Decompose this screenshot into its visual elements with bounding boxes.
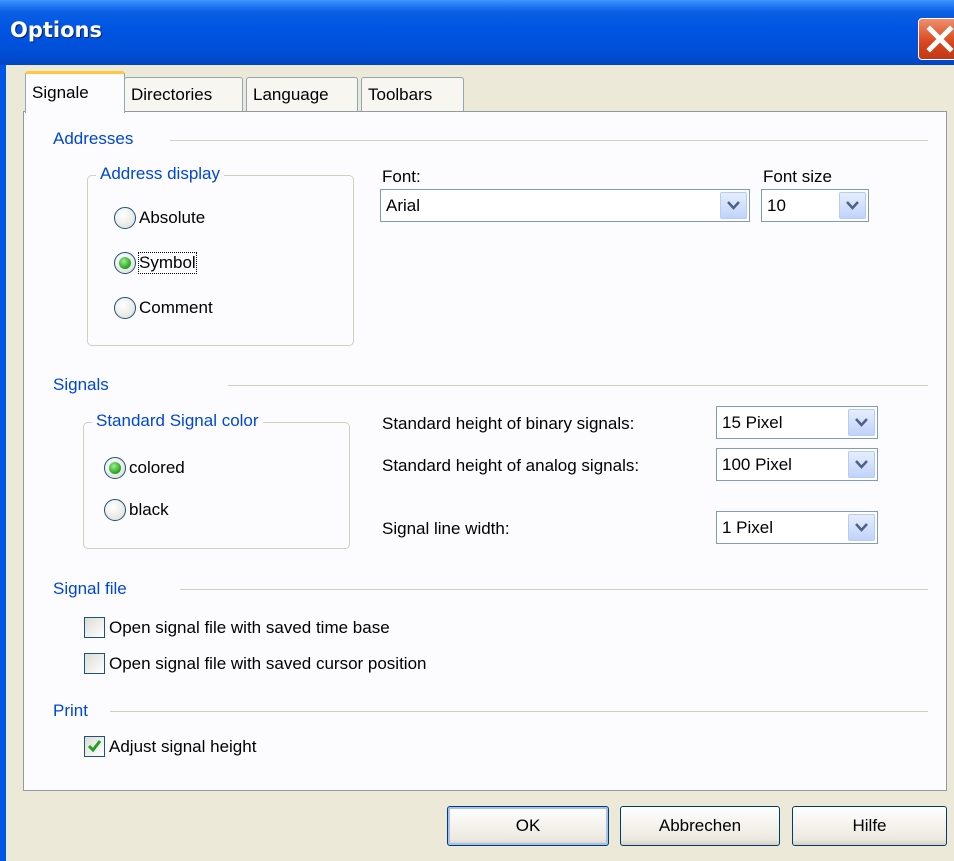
radio-symbol-indicator[interactable] — [114, 252, 136, 274]
chevron-down-icon[interactable] — [839, 192, 866, 219]
signals-separator — [228, 385, 928, 386]
radio-symbol[interactable]: Symbol — [114, 252, 197, 274]
font-label: Font: — [382, 167, 421, 186]
line-width-combobox[interactable]: 1 Pixel — [716, 511, 878, 544]
address-display-group-title: Address display — [96, 164, 225, 184]
signal-file-separator — [180, 589, 928, 590]
checkbox-saved-cursor-position[interactable]: Open signal file with saved cursor posit… — [84, 653, 427, 674]
checkbox-saved-time-base-label: Open signal file with saved time base — [109, 617, 390, 637]
signal-file-section-title: Signal file — [53, 579, 131, 599]
checkbox-saved-time-base[interactable]: Open signal file with saved time base — [84, 617, 390, 638]
chevron-down-icon[interactable] — [720, 192, 747, 219]
options-dialog: Options Signale Directories Language Too… — [0, 0, 954, 861]
font-size-combobox[interactable]: 10 — [761, 189, 869, 222]
radio-colored-label: colored — [129, 458, 185, 477]
print-section-title: Print — [53, 701, 92, 721]
font-size-label: Font size — [763, 167, 832, 186]
close-icon — [926, 25, 954, 53]
abbrechen-button[interactable]: Abbrechen — [620, 806, 780, 846]
tab-signale[interactable]: Signale — [25, 71, 125, 113]
line-width-label: Signal line width: — [382, 519, 510, 538]
tab-directories[interactable]: Directories — [124, 77, 243, 111]
window-border-left — [0, 65, 6, 861]
binary-height-label: Standard height of binary signals: — [382, 414, 635, 433]
radio-comment-indicator[interactable] — [114, 297, 136, 319]
radio-black[interactable]: black — [104, 499, 169, 521]
checkbox-adjust-signal-height[interactable]: Adjust signal height — [84, 736, 256, 757]
font-value: Arial — [386, 196, 421, 215]
signals-section-title: Signals — [53, 375, 113, 395]
title-bar[interactable]: Options — [0, 0, 954, 65]
close-button[interactable] — [918, 18, 954, 60]
checkbox-adjust-signal-height-label: Adjust signal height — [109, 736, 257, 756]
signal-color-group — [83, 422, 350, 549]
radio-absolute-label: Absolute — [139, 208, 206, 227]
hilfe-button[interactable]: Hilfe — [792, 806, 947, 846]
checkbox-saved-time-base-box[interactable] — [84, 617, 105, 638]
binary-height-combobox[interactable]: 15 Pixel — [716, 406, 878, 439]
checkbox-saved-cursor-position-box[interactable] — [84, 653, 105, 674]
checkbox-saved-cursor-position-label: Open signal file with saved cursor posit… — [109, 653, 427, 673]
signal-color-group-title: Standard Signal color — [92, 411, 263, 431]
radio-colored[interactable]: colored — [104, 457, 185, 479]
ok-button[interactable]: OK — [447, 806, 609, 846]
addresses-section-title: Addresses — [53, 129, 138, 149]
font-combobox[interactable]: Arial — [380, 189, 750, 222]
chevron-down-icon[interactable] — [848, 451, 875, 478]
analog-height-label: Standard height of analog signals: — [382, 456, 640, 475]
tab-toolbars[interactable]: Toolbars — [361, 77, 464, 111]
addresses-separator — [170, 140, 928, 141]
radio-colored-indicator[interactable] — [104, 457, 126, 479]
radio-black-label: black — [129, 500, 169, 519]
line-width-value: 1 Pixel — [722, 518, 774, 537]
radio-comment-label: Comment — [139, 298, 213, 317]
radio-black-indicator[interactable] — [104, 499, 126, 521]
radio-symbol-label: Symbol — [138, 252, 197, 274]
analog-height-combobox[interactable]: 100 Pixel — [716, 448, 878, 481]
tab-language[interactable]: Language — [246, 77, 358, 111]
chevron-down-icon[interactable] — [848, 514, 875, 541]
radio-comment[interactable]: Comment — [114, 297, 213, 319]
print-separator — [110, 711, 928, 712]
checkmark-icon — [87, 740, 102, 753]
font-size-value: 10 — [767, 196, 786, 215]
checkbox-adjust-signal-height-box[interactable] — [84, 736, 105, 757]
analog-height-value: 100 Pixel — [722, 455, 792, 474]
binary-height-value: 15 Pixel — [722, 413, 783, 432]
chevron-down-icon[interactable] — [848, 409, 875, 436]
radio-absolute-indicator[interactable] — [114, 207, 136, 229]
radio-absolute[interactable]: Absolute — [114, 207, 205, 229]
window-title: Options — [10, 18, 102, 42]
